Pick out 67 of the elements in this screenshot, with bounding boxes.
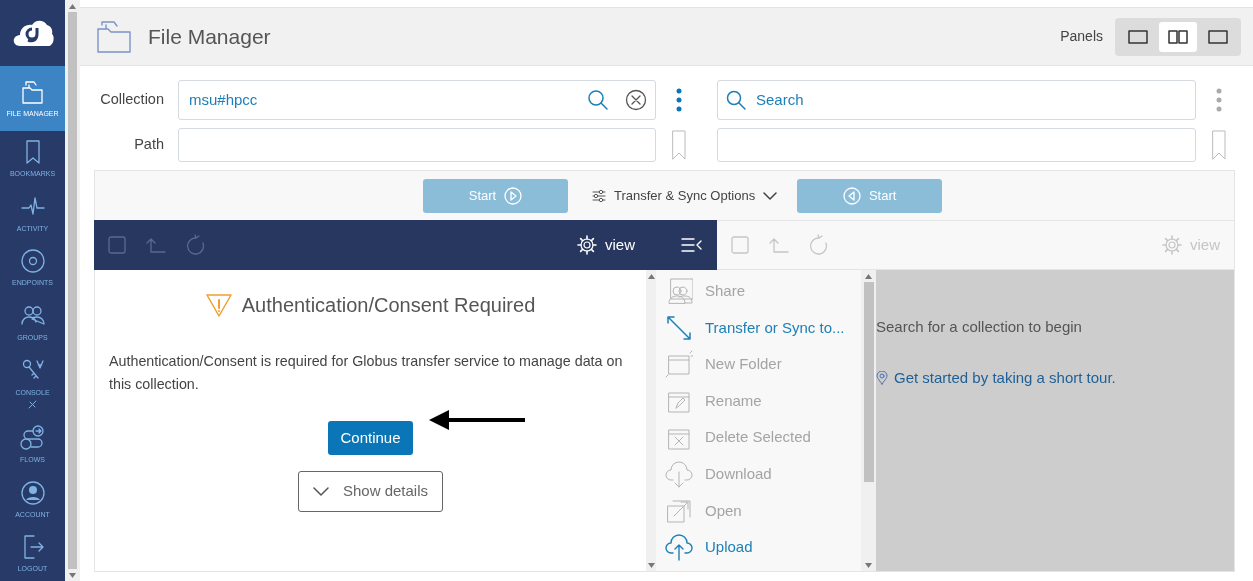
panel-layout-icon bbox=[1208, 29, 1228, 44]
show-details-button[interactable]: Show details bbox=[298, 471, 443, 512]
upload-icon bbox=[665, 533, 693, 562]
up-folder-icon[interactable] bbox=[769, 236, 789, 254]
download-icon bbox=[665, 460, 693, 489]
panel-layout-icon bbox=[1128, 29, 1148, 44]
scrollbar[interactable] bbox=[646, 270, 656, 571]
action-item[interactable]: Upload bbox=[656, 529, 861, 566]
collection-field[interactable]: msu#hpcc bbox=[187, 87, 587, 113]
refresh-icon[interactable] bbox=[186, 234, 206, 256]
bookmark-icon[interactable] bbox=[1212, 130, 1226, 160]
collection-field[interactable]: msu#hpcc bbox=[178, 80, 656, 120]
bookmark-icon[interactable] bbox=[672, 130, 686, 160]
flow-icon bbox=[19, 425, 46, 452]
gear-icon bbox=[1162, 235, 1182, 255]
menu-toggle-icon[interactable] bbox=[681, 237, 703, 253]
search-field[interactable]: Search bbox=[717, 80, 1196, 120]
scroll-up-icon[interactable] bbox=[69, 3, 76, 9]
auth-message: Authentication/Consent is required for Globus transfer service to manage data on this collection. bbox=[108, 352, 624, 394]
clear-icon[interactable] bbox=[625, 89, 647, 111]
empty-panel-message: Search for a collection to begin bbox=[876, 317, 1083, 337]
panels-label: Panels bbox=[1060, 27, 1103, 46]
small-key-icon bbox=[28, 399, 37, 409]
page-title: File Manager bbox=[148, 23, 271, 50]
search-icon[interactable] bbox=[587, 89, 609, 111]
play-back-icon bbox=[842, 186, 861, 205]
scroll-down-icon[interactable] bbox=[865, 562, 872, 568]
field-label: Collection bbox=[99, 90, 165, 110]
path-field[interactable] bbox=[717, 128, 1196, 162]
field-label: Path bbox=[133, 135, 165, 155]
search-icon bbox=[726, 89, 746, 111]
chevron-down-icon bbox=[312, 487, 329, 496]
sliders-icon bbox=[592, 188, 606, 203]
refresh-icon[interactable] bbox=[809, 234, 829, 256]
scroll-up-icon[interactable] bbox=[647, 273, 655, 279]
panel-layout-button[interactable] bbox=[1159, 21, 1197, 52]
panel-layout-icon bbox=[1168, 29, 1188, 44]
tour-link[interactable]: Get started by taking a short tour. bbox=[876, 366, 1234, 389]
path-field[interactable] bbox=[178, 128, 656, 162]
scroll-down-icon[interactable] bbox=[647, 562, 655, 568]
pin-icon bbox=[876, 370, 888, 385]
continue-button[interactable]: Continue bbox=[328, 421, 413, 455]
scroll-up-icon[interactable] bbox=[865, 273, 872, 279]
more-options-icon[interactable] bbox=[1216, 88, 1222, 112]
scrollbar[interactable] bbox=[65, 0, 80, 581]
disc-icon bbox=[19, 248, 46, 275]
warning-icon bbox=[205, 293, 232, 317]
account-icon bbox=[19, 479, 46, 506]
diagonal-arrows-icon bbox=[665, 313, 693, 342]
folders-icon bbox=[96, 19, 134, 54]
chevron-down-icon bbox=[763, 191, 778, 200]
gear-icon bbox=[577, 235, 597, 255]
options-dropdown[interactable]: Transfer & Sync Options bbox=[592, 185, 778, 206]
checkbox-icon[interactable] bbox=[108, 236, 126, 254]
play-icon bbox=[504, 186, 523, 205]
share-icon bbox=[665, 277, 693, 306]
view-button[interactable]: view bbox=[577, 233, 635, 257]
action-item[interactable]: Transfer or Sync to... bbox=[656, 309, 861, 347]
scrollbar[interactable] bbox=[861, 270, 876, 571]
folders-icon bbox=[19, 78, 46, 105]
scroll-down-icon[interactable] bbox=[69, 572, 76, 578]
search-field[interactable]: Search bbox=[754, 87, 1187, 113]
more-options-icon[interactable] bbox=[676, 88, 682, 112]
up-folder-icon[interactable] bbox=[146, 236, 166, 254]
auth-title: Authentication/Consent Required bbox=[241, 293, 536, 318]
checkbox-icon[interactable] bbox=[731, 236, 749, 254]
new-folder-icon bbox=[665, 350, 693, 379]
